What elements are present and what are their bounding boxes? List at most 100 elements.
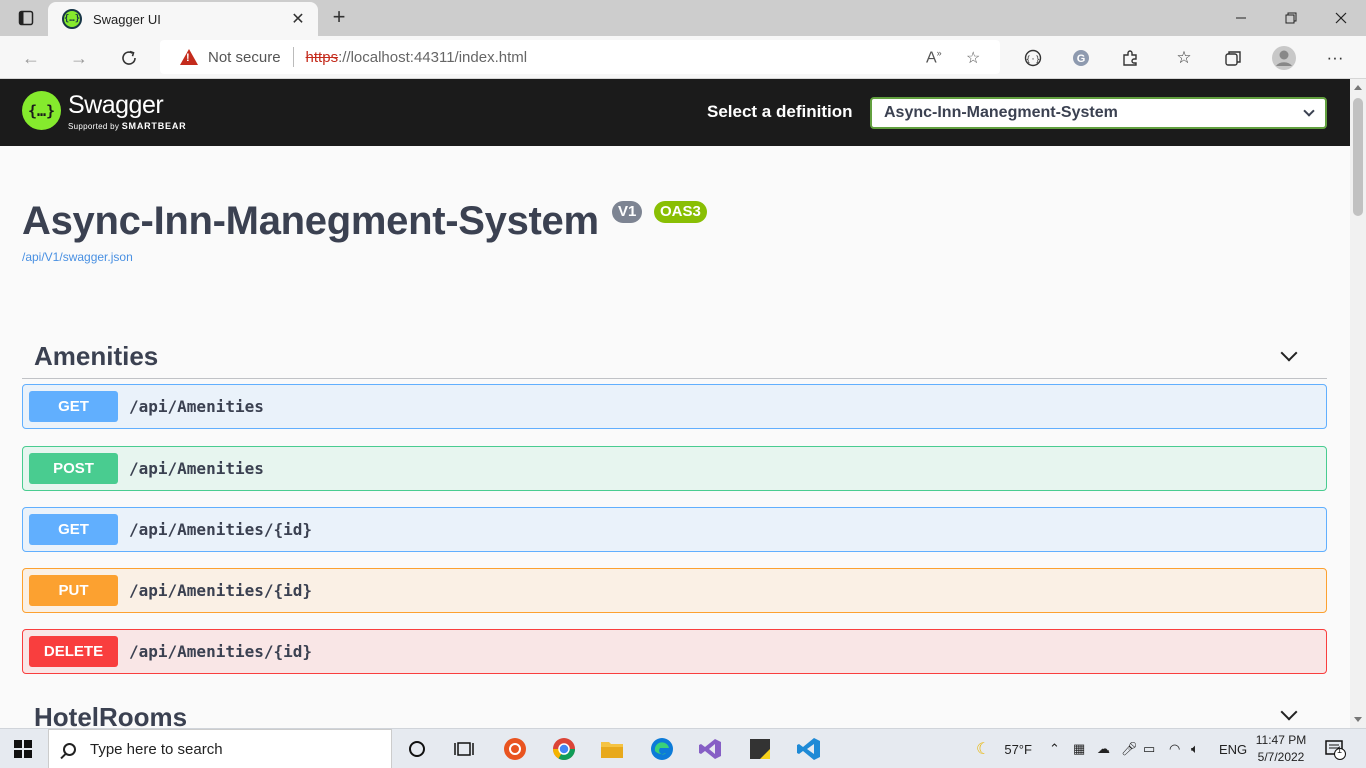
operation-path: /api/Amenities/{id} bbox=[129, 642, 313, 661]
scroll-up-icon[interactable] bbox=[1354, 85, 1362, 90]
operation-delete-amenity[interactable]: DELETE /api/Amenities/{id} bbox=[22, 629, 1327, 674]
logo-sub-prefix: Supported by bbox=[68, 122, 122, 131]
operation-path: /api/Amenities/{id} bbox=[129, 581, 313, 600]
chevron-down-icon bbox=[1303, 105, 1315, 117]
page-scrollbar[interactable] bbox=[1350, 79, 1366, 728]
swagger-logo-icon: {…} bbox=[22, 91, 61, 130]
search-icon bbox=[63, 742, 76, 756]
language-indicator[interactable]: ENG bbox=[1219, 729, 1247, 768]
cortana-icon[interactable] bbox=[405, 737, 429, 761]
microphone-icon[interactable]: 🎤︎ bbox=[1121, 729, 1138, 768]
tag-name: Amenities bbox=[34, 341, 159, 371]
taskbar-search[interactable]: Type here to search bbox=[48, 729, 392, 768]
close-window-button[interactable] bbox=[1316, 0, 1366, 36]
version-badge: V1 bbox=[612, 201, 643, 223]
collections-icon[interactable] bbox=[1218, 43, 1248, 73]
notifications-icon[interactable]: 1 bbox=[1324, 729, 1346, 768]
logo-name: Swagger bbox=[68, 91, 164, 119]
more-menu-icon[interactable]: ··· bbox=[1320, 43, 1350, 73]
tag-amenities[interactable]: Amenities bbox=[22, 333, 1327, 379]
read-aloud-icon[interactable]: A» bbox=[926, 48, 942, 67]
scrollbar-thumb[interactable] bbox=[1353, 98, 1363, 216]
system-clock[interactable]: 11:47 PM 5/7/2022 bbox=[1250, 732, 1312, 766]
battery-icon[interactable]: ▭ bbox=[1143, 729, 1155, 768]
method-badge: POST bbox=[29, 453, 118, 484]
method-badge: DELETE bbox=[29, 636, 118, 667]
vscode-icon[interactable] bbox=[797, 737, 821, 761]
puzzle-extensions-icon[interactable] bbox=[1115, 43, 1145, 73]
browser-tab-active[interactable]: {…} Swagger UI ✕ bbox=[48, 2, 318, 36]
definition-select[interactable]: Async-Inn-Manegment-System bbox=[870, 97, 1327, 129]
logo-sub-brand: SMARTBEAR bbox=[121, 121, 187, 131]
swagger-favicon-icon: {…} bbox=[62, 9, 82, 29]
browser-tab-strip: {…} Swagger UI ✕ + bbox=[0, 0, 1366, 36]
profile-avatar-icon[interactable] bbox=[1269, 43, 1299, 73]
visual-studio-icon[interactable] bbox=[698, 737, 722, 761]
swagger-topbar: {…} Swagger Supported by SMARTBEAR Selec… bbox=[0, 79, 1350, 146]
warning-icon bbox=[180, 49, 198, 65]
sticky-notes-icon[interactable] bbox=[748, 737, 772, 761]
wifi-icon[interactable]: ◠ bbox=[1169, 729, 1180, 768]
swagger-logo[interactable]: {…} Swagger Supported by SMARTBEAR bbox=[22, 91, 186, 132]
method-badge: PUT bbox=[29, 575, 118, 606]
tag-name: HotelRooms bbox=[34, 702, 188, 728]
security-label[interactable]: Not secure bbox=[208, 49, 281, 66]
favorites-icon[interactable]: ☆ bbox=[1169, 43, 1199, 73]
notification-count: 1 bbox=[1337, 745, 1343, 755]
url-rest: ://localhost:44311/index.html bbox=[338, 48, 528, 66]
url-scheme: https bbox=[305, 48, 339, 66]
favorite-star-icon[interactable]: ☆ bbox=[966, 48, 980, 68]
scroll-down-icon[interactable] bbox=[1354, 717, 1362, 722]
task-view-icon[interactable] bbox=[452, 737, 476, 761]
file-explorer-icon[interactable] bbox=[600, 737, 624, 761]
browser-toolbar: ← → Not secure https://localhost:44311/i… bbox=[0, 36, 1366, 79]
clock-time: 11:47 PM bbox=[1255, 733, 1307, 747]
url-text[interactable]: https://localhost:44311/index.html bbox=[306, 49, 528, 66]
logo-sub: Supported by SMARTBEAR bbox=[68, 121, 186, 132]
windows-start-icon[interactable] bbox=[14, 740, 32, 758]
address-bar[interactable]: Not secure https://localhost:44311/index… bbox=[160, 40, 1000, 74]
minimize-button[interactable] bbox=[1216, 0, 1266, 36]
operation-put-amenity[interactable]: PUT /api/Amenities/{id} bbox=[22, 568, 1327, 613]
extension-icon[interactable]: {·} bbox=[1018, 43, 1048, 73]
refresh-icon[interactable] bbox=[114, 44, 144, 72]
close-tab-button[interactable]: ✕ bbox=[288, 9, 308, 29]
chrome-icon[interactable] bbox=[552, 737, 576, 761]
tag-hotelrooms[interactable]: HotelRooms bbox=[22, 700, 1327, 728]
definition-select-value: Async-Inn-Manegment-System bbox=[884, 104, 1118, 121]
forward-icon[interactable]: → bbox=[64, 44, 94, 72]
svg-text:G: G bbox=[1077, 53, 1086, 65]
method-badge: GET bbox=[29, 514, 118, 545]
operation-path: /api/Amenities bbox=[129, 397, 264, 416]
show-hidden-icons-icon[interactable]: ⌃ bbox=[1049, 729, 1060, 768]
operation-get-amenities[interactable]: GET /api/Amenities bbox=[22, 384, 1327, 429]
restore-button[interactable] bbox=[1266, 0, 1316, 36]
separator bbox=[292, 47, 294, 67]
windows-taskbar: Type here to search ☾ 57°F ⌃ ▦ ☁ 🎤︎ ▭ ◠ … bbox=[0, 728, 1366, 768]
onedrive-icon[interactable]: ☁ bbox=[1097, 729, 1110, 768]
back-icon[interactable]: ← bbox=[16, 44, 46, 72]
oas-badge: OAS3 bbox=[654, 201, 707, 223]
grammarly-icon[interactable]: G bbox=[1066, 43, 1096, 73]
chevron-down-icon[interactable] bbox=[1280, 703, 1298, 721]
new-tab-button[interactable]: + bbox=[326, 4, 352, 30]
network-tray-icon[interactable]: ▦ bbox=[1073, 729, 1085, 768]
tab-title: Swagger UI bbox=[93, 11, 161, 27]
chevron-down-icon[interactable] bbox=[1280, 344, 1298, 362]
svg-text:{·}: {·} bbox=[1026, 55, 1040, 64]
operation-get-amenity-by-id[interactable]: GET /api/Amenities/{id} bbox=[22, 507, 1327, 552]
clock-date: 5/7/2022 bbox=[1257, 750, 1305, 764]
definition-label: Select a definition bbox=[707, 102, 853, 121]
volume-icon[interactable]: 🔈︎ bbox=[1191, 729, 1199, 768]
spec-json-link[interactable]: /api/V1/swagger.json bbox=[22, 250, 133, 264]
tab-actions-icon[interactable] bbox=[8, 6, 44, 30]
edge-icon[interactable] bbox=[650, 737, 674, 761]
weather-temp: 57°F bbox=[1004, 741, 1032, 757]
operation-post-amenities[interactable]: POST /api/Amenities bbox=[22, 446, 1327, 491]
moon-icon: ☾ bbox=[976, 741, 991, 758]
method-badge: GET bbox=[29, 391, 118, 422]
ubuntu-icon[interactable] bbox=[503, 737, 527, 761]
weather-widget[interactable]: ☾ 57°F bbox=[976, 729, 1032, 768]
operation-path: /api/Amenities/{id} bbox=[129, 520, 313, 539]
search-placeholder: Type here to search bbox=[90, 740, 223, 758]
